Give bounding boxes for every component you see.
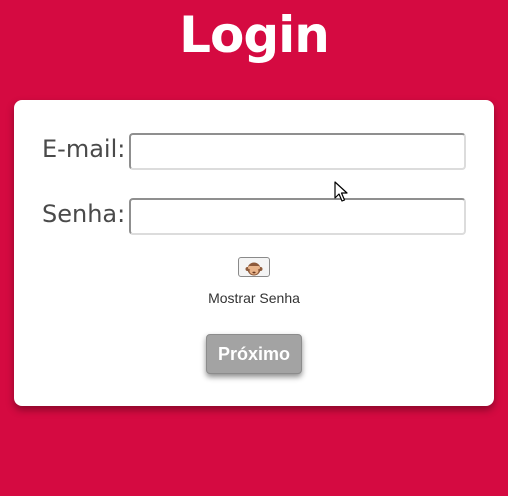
see-no-evil-monkey-icon [245, 262, 263, 275]
next-button[interactable]: Próximo [206, 334, 302, 374]
login-card: E-mail: Senha: Mostrar Senha Próximo [14, 100, 494, 406]
show-password-label: Mostrar Senha [208, 290, 300, 306]
password-label: Senha: [42, 200, 126, 228]
show-password-toggle-button[interactable] [238, 257, 270, 277]
email-label: E-mail: [42, 135, 126, 163]
login-page: Login E-mail: Senha: Mostrar Senha Próxi… [0, 0, 508, 496]
email-input[interactable] [129, 133, 466, 170]
password-input[interactable] [129, 198, 466, 235]
page-title: Login [179, 6, 330, 64]
